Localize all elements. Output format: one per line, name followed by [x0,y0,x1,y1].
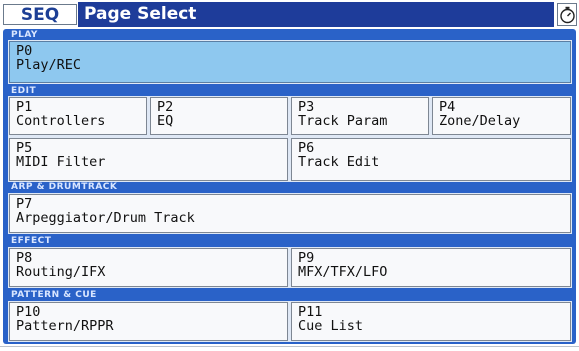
page-number: P6 [298,140,315,156]
page-name: Track Edit [298,154,380,170]
page-name: Cue List [298,318,364,334]
section-label-effect: EFFECT [11,236,52,246]
page-name: Routing/IFX [16,264,106,280]
page-number: P10 [16,304,41,320]
page-number: P4 [439,99,456,115]
page-button-p5[interactable]: P5 MIDI Filter [9,138,288,181]
page-button-p7[interactable]: P7 Arpeggiator/Drum Track [9,194,571,233]
page-name: MIDI Filter [16,154,106,170]
page-select-panel: PLAY P0 Play/REC EDIT P1 Controllers P2 … [3,29,576,344]
page-name: Pattern/RPPR [16,318,114,334]
page-number: P11 [298,304,323,320]
title-bar: SEQ Page Select [2,1,577,28]
page-button-p10[interactable]: P10 Pattern/RPPR [9,302,288,341]
stopwatch-button[interactable] [557,3,577,26]
page-name: EQ [157,113,174,129]
page-number: P5 [16,140,33,156]
section-label-play: PLAY [11,30,38,40]
page-button-p6[interactable]: P6 Track Edit [291,138,571,181]
page-button-p8[interactable]: P8 Routing/IFX [9,248,288,287]
section-label-arp-drumtrack: ARP & DRUMTRACK [11,182,118,192]
page-name: Controllers [16,113,106,129]
page-button-p9[interactable]: P9 MFX/TFX/LFO [291,248,571,287]
page-number: P7 [16,196,33,212]
page-button-p1[interactable]: P1 Controllers [9,97,147,135]
page-button-p4[interactable]: P4 Zone/Delay [432,97,571,135]
page-number: P8 [16,250,33,266]
page-name: Play/REC [16,57,82,73]
page-number: P1 [16,99,33,115]
page-button-p2[interactable]: P2 EQ [150,97,288,135]
page-name: Zone/Delay [439,113,521,129]
page-number: P0 [16,43,33,59]
stopwatch-icon [560,6,575,24]
page-select-screen: SEQ Page Select PLAY P0 Play/REC EDIT P1… [0,0,579,351]
section-label-pattern-cue: PATTERN & CUE [11,290,97,300]
page-name: Track Param [298,113,388,129]
section-label-edit: EDIT [11,86,37,96]
page-number: P3 [298,99,315,115]
page-button-p0[interactable]: P0 Play/REC [9,41,571,83]
page-number: P2 [157,99,174,115]
page-name: Arpeggiator/Drum Track [16,210,195,226]
page-button-p11[interactable]: P11 Cue List [291,302,571,341]
divider [0,346,579,347]
page-number: P9 [298,250,315,266]
page-title: Page Select [78,2,554,27]
mode-indicator[interactable]: SEQ [3,4,77,25]
page-button-p3[interactable]: P3 Track Param [291,97,429,135]
page-name: MFX/TFX/LFO [298,264,388,280]
